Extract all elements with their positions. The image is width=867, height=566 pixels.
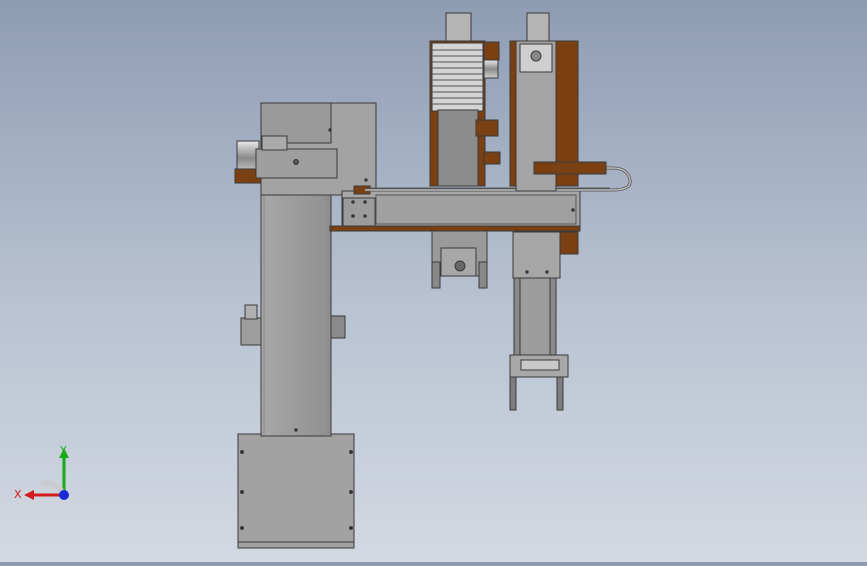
- right-carriage: [512, 231, 561, 279]
- base-block: [237, 433, 355, 549]
- vertical-column: [260, 177, 332, 437]
- z-axis-marker: [59, 490, 69, 500]
- side-sensor: [240, 317, 262, 346]
- x-axis-label: X: [14, 488, 22, 501]
- y-axis-label: Y: [59, 444, 67, 457]
- assembly-drawing[interactable]: [0, 0, 867, 562]
- axis-triad: Y X: [14, 444, 69, 501]
- cad-model-viewport[interactable]: Y X: [0, 0, 867, 562]
